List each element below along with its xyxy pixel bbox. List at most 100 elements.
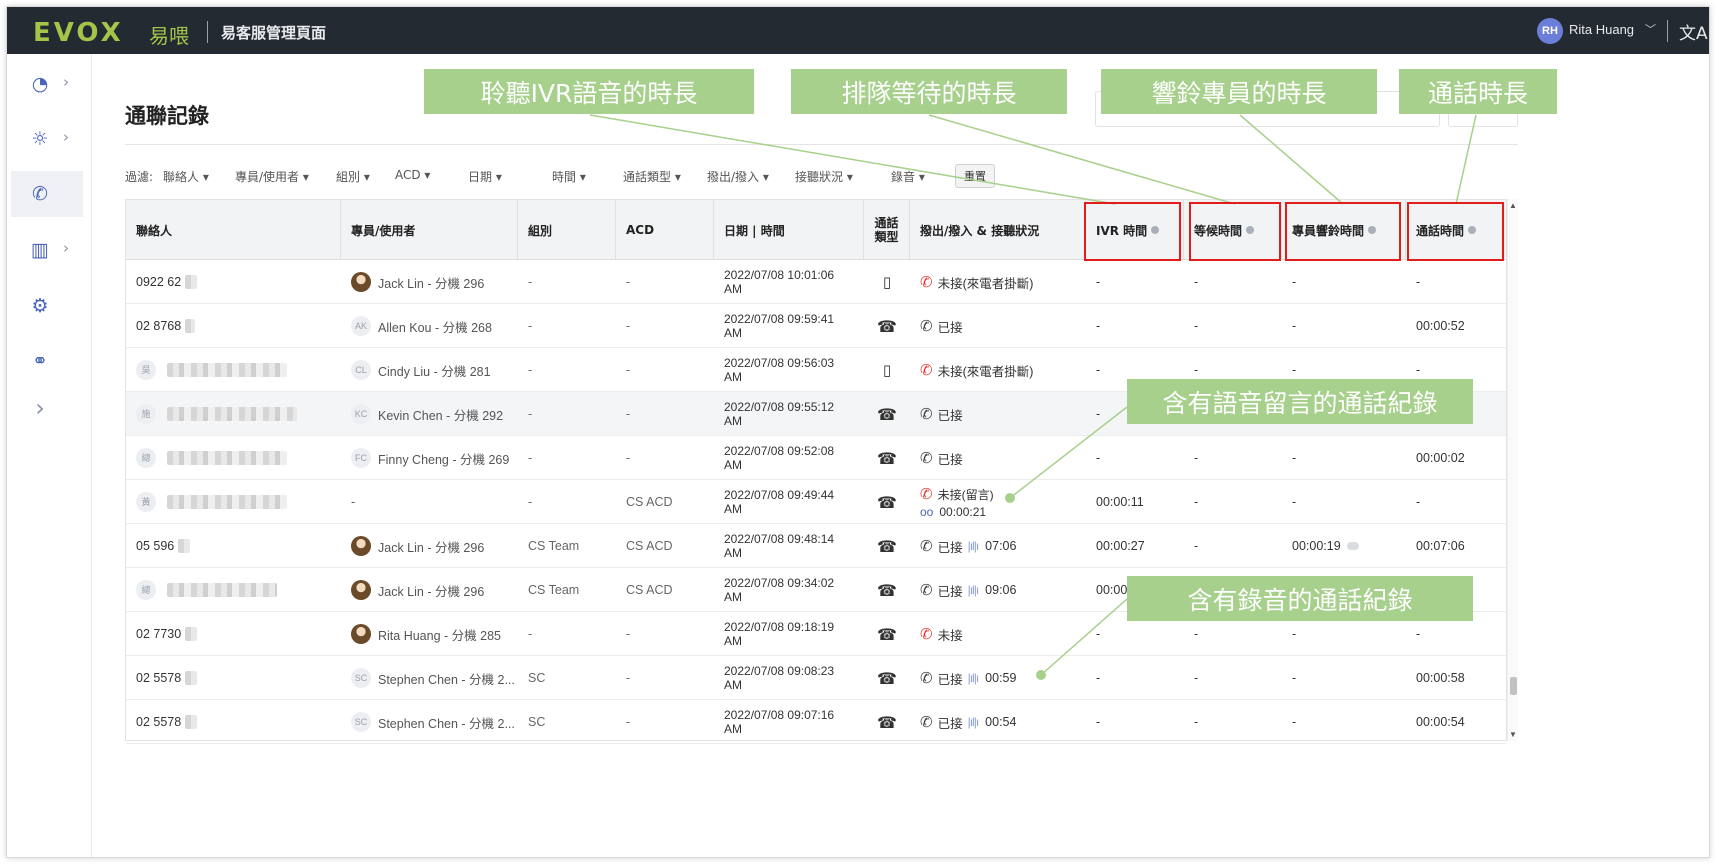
agent-cell[interactable]: Jack Lin - 分機 296 bbox=[341, 524, 518, 568]
user-name[interactable]: Rita Huang bbox=[1569, 22, 1634, 37]
answered-call-icon: ✆ bbox=[920, 537, 933, 555]
table-row[interactable]: 總 FC Finny Cheng - 分機 269 - - 2022/07/08 09:5… bbox=[126, 436, 1506, 480]
sidebar-item-gear[interactable]: ⚙ bbox=[11, 283, 83, 329]
ring-time-cell: - bbox=[1282, 304, 1406, 348]
wait-time: - bbox=[1194, 539, 1199, 553]
col-agent[interactable]: 專員/使用者 bbox=[341, 200, 518, 260]
ring-time: - bbox=[1292, 715, 1297, 729]
table-row[interactable]: 黃 - - CS ACD 2022/07/08 09:49:44 AM ☎ ✆ 未接(留言) oo… bbox=[126, 480, 1506, 524]
scroll-thumb[interactable] bbox=[1510, 677, 1517, 695]
language-icon[interactable]: 文A bbox=[1679, 19, 1708, 44]
sidebar-item-lightbulb[interactable]: ☼ › bbox=[11, 116, 83, 162]
group-value: SC bbox=[528, 671, 546, 685]
scroll-up-icon[interactable]: ▲ bbox=[1509, 201, 1517, 210]
table-row[interactable]: 02 5578 SC Stephen Chen - 分機 2... SC - 2022/0… bbox=[126, 700, 1506, 744]
agent-cell[interactable]: - bbox=[341, 480, 518, 524]
filter-contact[interactable]: 聯絡人 ▾ bbox=[163, 168, 209, 185]
recording-waveform-icon[interactable]: |ıl|ı bbox=[968, 715, 980, 729]
agent-cell[interactable]: FC Finny Cheng - 分機 269 bbox=[341, 436, 518, 480]
filter-call-type[interactable]: 通話類型 ▾ bbox=[623, 168, 681, 185]
recording-waveform-icon[interactable]: |ıl|ı bbox=[968, 583, 980, 597]
ring-time-cell: 00:00:19 bbox=[1282, 524, 1406, 568]
contact-cell: 施 bbox=[126, 392, 341, 436]
filter-date[interactable]: 日期 ▾ bbox=[468, 168, 502, 185]
filter-answer-status[interactable]: 接聽狀況 ▾ bbox=[795, 168, 853, 185]
table-row[interactable]: 05 596 Jack Lin - 分機 296 CS Team CS ACD 2022… bbox=[126, 524, 1506, 568]
ampm-value: AM bbox=[724, 282, 742, 296]
direction-status-cell: ✆ 未接(來電者掛斷) bbox=[910, 348, 1086, 392]
acd-value: CS ACD bbox=[626, 583, 673, 597]
col-contact[interactable]: 聯絡人 bbox=[126, 200, 341, 260]
agent-cell[interactable]: KC Kevin Chen - 分機 292 bbox=[341, 392, 518, 436]
contact-avatar: 總 bbox=[136, 448, 156, 468]
col-direction-status[interactable]: 撥出/撥入 & 接聽狀況 bbox=[910, 200, 1086, 260]
wait-time: - bbox=[1194, 451, 1199, 465]
agent-cell[interactable]: Jack Lin - 分機 296 bbox=[341, 568, 518, 612]
recording-waveform-icon[interactable]: |ıl|ı bbox=[968, 671, 980, 685]
table-row[interactable]: 02 5578 SC Stephen Chen - 分機 2... SC - 2022/0… bbox=[126, 656, 1506, 700]
evox-logo[interactable]: EVOX bbox=[33, 18, 124, 48]
call-type-cell: ☎ bbox=[864, 568, 910, 612]
contact-cell: 02 7730 bbox=[126, 612, 341, 656]
call-status: 未接 bbox=[937, 628, 963, 643]
agent-cell[interactable]: CL Cindy Liu - 分機 281 bbox=[341, 348, 518, 392]
ring-time: - bbox=[1292, 627, 1297, 641]
wait-time-cell: - bbox=[1184, 480, 1282, 524]
status-line: ✆ 已接 |ıl|ı 07:06 bbox=[920, 537, 1016, 556]
sidebar-item-expand[interactable]: › bbox=[11, 385, 83, 431]
redacted-contact bbox=[185, 627, 198, 641]
sidebar-item-bar-chart[interactable]: ▥ › bbox=[11, 227, 83, 273]
chevron-down-icon[interactable]: ﹀ bbox=[1645, 21, 1656, 37]
agent-name: Jack Lin - 分機 296 bbox=[378, 276, 485, 291]
col-datetime[interactable]: 日期 | 時間 bbox=[714, 200, 864, 260]
filter-time[interactable]: 時間 ▾ bbox=[552, 168, 586, 185]
user-avatar[interactable]: RH bbox=[1537, 18, 1563, 44]
sidebar-item-dashboard[interactable]: ◔ › bbox=[11, 61, 83, 107]
col-acd[interactable]: ACD bbox=[616, 200, 714, 260]
mobile-icon: ▯ bbox=[882, 361, 892, 379]
table-scrollbar[interactable]: ▲ ▼ bbox=[1507, 199, 1518, 741]
datetime-cell: 2022/07/08 09:52:08 AM bbox=[714, 436, 864, 480]
ivr-time: - bbox=[1096, 671, 1101, 685]
recording-waveform-icon[interactable]: |ıl|ı bbox=[968, 539, 980, 553]
group-value: - bbox=[528, 275, 533, 289]
call-status: 未接(來電者掛斷) bbox=[937, 276, 1034, 291]
scroll-down-icon[interactable]: ▼ bbox=[1509, 730, 1517, 739]
filter-recording[interactable]: 錄音 ▾ bbox=[891, 168, 925, 185]
acd-value: CS ACD bbox=[626, 539, 673, 553]
filter-direction[interactable]: 撥出/撥入 ▾ bbox=[707, 168, 769, 185]
agent-cell[interactable]: SC Stephen Chen - 分機 2... bbox=[341, 700, 518, 744]
datetime-cell: 2022/07/08 09:48:14 AM bbox=[714, 524, 864, 568]
contact-cell: 02 5578 bbox=[126, 656, 341, 700]
date-value: 2022/07/08 09:18:19 bbox=[724, 620, 835, 634]
voicemail-line[interactable]: oo 00:00:21 bbox=[920, 505, 994, 519]
answered-call-icon: ✆ bbox=[920, 405, 933, 423]
reset-button[interactable]: 重置 bbox=[955, 164, 995, 188]
agent-cell[interactable]: Rita Huang - 分機 285 bbox=[341, 612, 518, 656]
ivr-time-cell: - bbox=[1086, 436, 1184, 480]
col-group[interactable]: 組別 bbox=[518, 200, 616, 260]
landline-icon: ☎ bbox=[877, 624, 897, 644]
direction-status-cell: ✆ 已接 bbox=[910, 392, 1086, 436]
ampm-value: AM bbox=[724, 370, 742, 384]
filter-agent[interactable]: 專員/使用者 ▾ bbox=[235, 168, 309, 185]
talk-time: 00:00:02 bbox=[1416, 451, 1465, 465]
agent-avatar: CL bbox=[351, 360, 371, 380]
filter-acd[interactable]: ACD ▾ bbox=[395, 168, 430, 182]
date-value: 2022/07/08 09:56:03 bbox=[724, 356, 835, 370]
col-call-type[interactable]: 通話 類型 bbox=[864, 200, 910, 260]
talk-time-cell: 00:00:58 bbox=[1406, 656, 1506, 700]
redacted-contact bbox=[167, 407, 297, 421]
filter-group[interactable]: 組別 ▾ bbox=[336, 168, 370, 185]
table-row[interactable]: 02 8768 AK Allen Kou - 分機 268 - - 2022/07/08 … bbox=[126, 304, 1506, 348]
status-group: ✆ 未接(來電者掛斷) bbox=[920, 273, 1033, 292]
sidebar-item-call-log[interactable]: ✆ bbox=[11, 171, 83, 217]
status-line: ✆ 已接 |ıl|ı 00:54 bbox=[920, 713, 1016, 732]
agent-cell[interactable]: AK Allen Kou - 分機 268 bbox=[341, 304, 518, 348]
agent-cell[interactable]: SC Stephen Chen - 分機 2... bbox=[341, 656, 518, 700]
table-row[interactable]: 0922 62 Jack Lin - 分機 296 - - 2022/07/08 10:… bbox=[126, 260, 1506, 304]
sidebar-item-handshake[interactable]: ⚭ bbox=[11, 338, 83, 384]
contact-cell: 05 596 bbox=[126, 524, 341, 568]
agent-cell[interactable]: Jack Lin - 分機 296 bbox=[341, 260, 518, 304]
talk-time-cell: 00:07:06 bbox=[1406, 524, 1506, 568]
